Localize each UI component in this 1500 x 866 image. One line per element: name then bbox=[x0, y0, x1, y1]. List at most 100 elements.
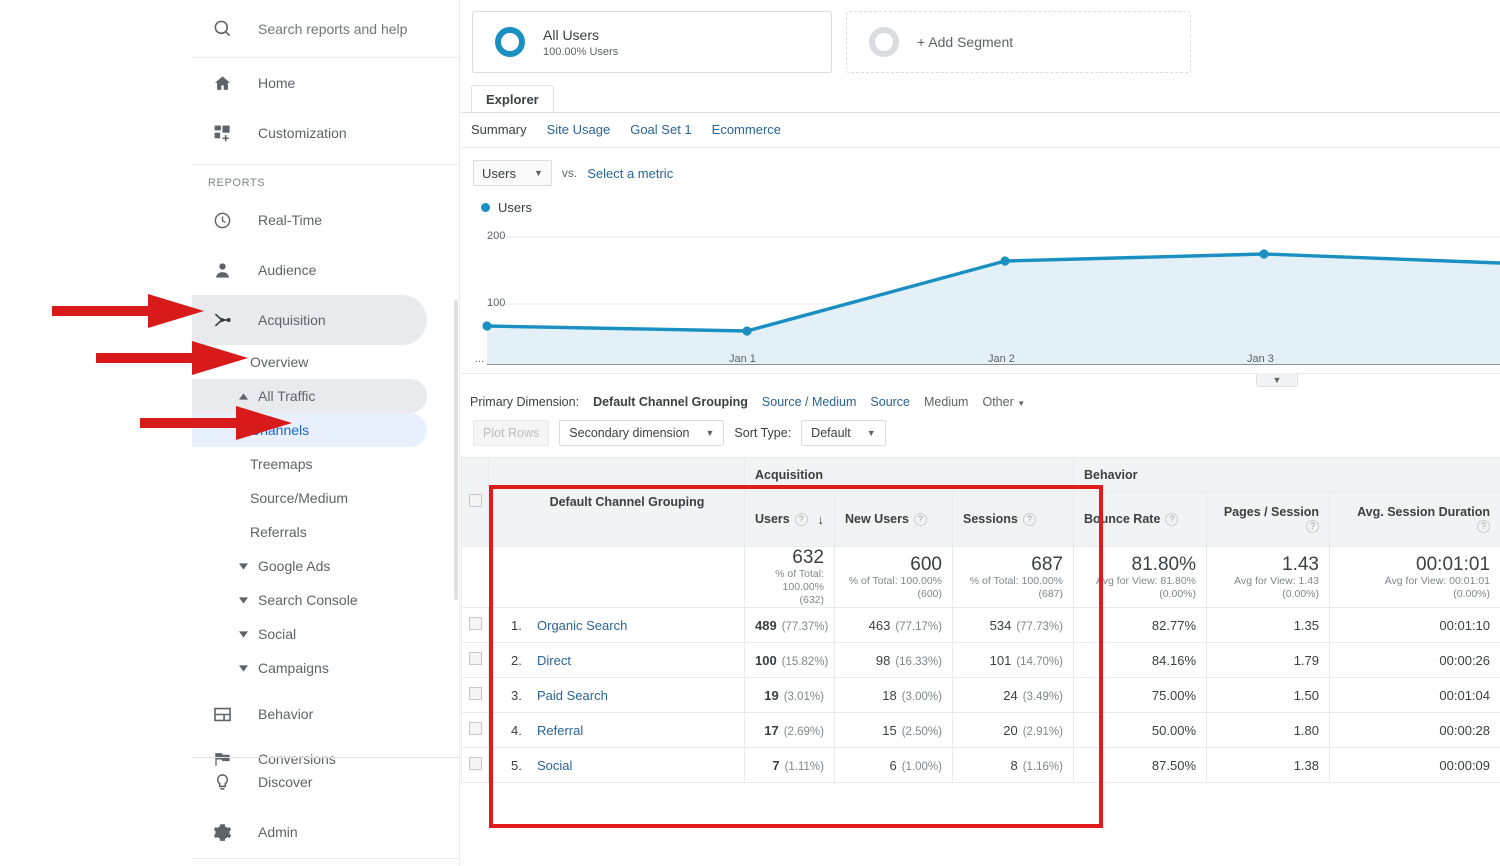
row-dimension-cell: 4. Referral bbox=[488, 712, 745, 748]
row-name-link[interactable]: Referral bbox=[537, 723, 583, 738]
y-tick-100: 100 bbox=[487, 297, 506, 309]
table-row[interactable]: 3. Paid Search 19 (3.01%) 18 (3.00%) 24 (3.4… bbox=[461, 677, 1500, 713]
row-pages-session-cell: 1.50 bbox=[1206, 677, 1330, 713]
gear-icon bbox=[208, 820, 236, 844]
sidebar-item-overview[interactable]: Overview bbox=[192, 345, 459, 379]
help-icon[interactable]: ? bbox=[1477, 520, 1491, 534]
table-row[interactable]: 2. Direct 100 (15.82%) 98 (16.33%) 101 (14.7… bbox=[461, 642, 1500, 678]
sort-type-value: Default bbox=[811, 426, 851, 440]
primary-dimension-source-medium[interactable]: Source / Medium bbox=[762, 395, 856, 409]
sidebar-item-referrals[interactable]: Referrals bbox=[192, 515, 459, 549]
sort-type-select[interactable]: Default ▼ bbox=[801, 420, 886, 446]
row-name-link[interactable]: Organic Search bbox=[537, 618, 627, 633]
totals-bounce-rate-value: 81.80% bbox=[1131, 553, 1196, 575]
secondary-dimension-select[interactable]: Secondary dimension ▼ bbox=[559, 420, 725, 446]
column-header-sessions[interactable]: Sessions? bbox=[952, 491, 1074, 547]
totals-avg-duration-value: 00:01:01 bbox=[1416, 553, 1491, 575]
row-name-link[interactable]: Paid Search bbox=[537, 688, 608, 703]
tab-summary[interactable]: Summary bbox=[471, 122, 527, 137]
row-bounce-rate-cell: 82.77% bbox=[1073, 607, 1207, 643]
sidebar-item-google-ads[interactable]: Google Ads bbox=[192, 549, 459, 583]
channels-table: Default Channel Grouping Acquisition Beh… bbox=[461, 457, 1500, 783]
legend-label-users: Users bbox=[498, 200, 532, 215]
row-new-users-value: 18 bbox=[882, 687, 897, 703]
sidebar-item-social[interactable]: Social bbox=[192, 617, 459, 651]
row-sessions-pct: (77.73%) bbox=[1016, 620, 1063, 633]
customization-icon bbox=[208, 121, 236, 145]
add-segment-donut-icon bbox=[869, 27, 899, 57]
sidebar-scrollbar[interactable] bbox=[454, 300, 458, 600]
add-segment-button[interactable]: + Add Segment bbox=[846, 11, 1191, 73]
sidebar-item-all-traffic[interactable]: All Traffic bbox=[192, 379, 427, 413]
row-checkbox-cell[interactable] bbox=[461, 677, 489, 713]
table-row[interactable]: 4. Referral 17 (2.69%) 15 (2.50%) 20 (2.91%)… bbox=[461, 712, 1500, 748]
row-checkbox[interactable] bbox=[468, 687, 482, 700]
row-checkbox-cell[interactable] bbox=[461, 642, 489, 678]
sidebar-item-audience[interactable]: Audience bbox=[192, 245, 459, 295]
sidebar-item-real-time[interactable]: Real-Time bbox=[192, 195, 459, 245]
sidebar-item-audience-label: Audience bbox=[258, 262, 317, 278]
help-icon[interactable]: ? bbox=[1165, 513, 1179, 527]
primary-metric-select[interactable]: Users ▼ bbox=[473, 160, 552, 186]
select-metric-link[interactable]: Select a metric bbox=[587, 166, 673, 181]
help-icon[interactable]: ? bbox=[1022, 513, 1036, 527]
totals-pages-session-value: 1.43 bbox=[1282, 553, 1319, 575]
search-bar[interactable]: Search reports and help bbox=[192, 0, 459, 58]
column-header-bounce-rate[interactable]: Bounce Rate? bbox=[1073, 491, 1207, 547]
chevron-down-icon bbox=[236, 630, 250, 638]
sidebar-item-treemaps[interactable]: Treemaps bbox=[192, 447, 459, 481]
row-name-link[interactable]: Social bbox=[537, 758, 572, 773]
tab-explorer[interactable]: Explorer bbox=[471, 85, 554, 113]
sidebar-item-channels[interactable]: Channels bbox=[192, 413, 427, 447]
sidebar-item-customization[interactable]: Customization bbox=[192, 108, 459, 158]
users-over-time-chart[interactable]: 200 100 ... Jan 1 Jan 2 Jan 3 ▼ bbox=[461, 223, 1500, 387]
primary-dimension-medium[interactable]: Medium bbox=[924, 395, 968, 409]
help-icon[interactable]: ? bbox=[913, 513, 927, 527]
dimension-header[interactable]: Default Channel Grouping bbox=[488, 457, 745, 547]
chart-bottom-divider bbox=[461, 373, 1500, 374]
row-users-pct: (15.82%) bbox=[781, 655, 829, 668]
sidebar-item-home[interactable]: Home bbox=[192, 58, 459, 108]
tab-site-usage[interactable]: Site Usage bbox=[547, 122, 611, 137]
row-name-link[interactable]: Direct bbox=[537, 653, 571, 668]
column-header-avg-session-duration[interactable]: Avg. Session Duration? bbox=[1328, 491, 1500, 547]
plot-rows-button[interactable]: Plot Rows bbox=[473, 420, 550, 446]
totals-users-note2: (632) bbox=[799, 594, 824, 606]
sidebar-item-search-console[interactable]: Search Console bbox=[192, 583, 459, 617]
tab-ecommerce[interactable]: Ecommerce bbox=[712, 122, 781, 137]
row-checkbox-cell[interactable] bbox=[461, 712, 489, 748]
row-bounce-rate-cell: 87.50% bbox=[1073, 747, 1207, 783]
help-icon[interactable]: ? bbox=[794, 512, 808, 526]
primary-dimension-selected[interactable]: Default Channel Grouping bbox=[593, 395, 748, 409]
select-all-checkbox-cell[interactable] bbox=[461, 457, 489, 547]
chart-expand-button[interactable]: ▼ bbox=[1256, 373, 1298, 387]
sidebar-item-admin[interactable]: Admin bbox=[192, 807, 459, 857]
row-checkbox[interactable] bbox=[468, 757, 482, 770]
table-row[interactable]: 5. Social 7 (1.11%) 6 (1.00%) 8 (1.16%) 87.5… bbox=[461, 747, 1500, 783]
primary-dimension-source[interactable]: Source bbox=[870, 395, 910, 409]
totals-users-value: 632 bbox=[792, 547, 824, 568]
row-bounce-rate-cell: 75.00% bbox=[1073, 677, 1207, 713]
column-header-new-users[interactable]: New Users? bbox=[834, 491, 953, 547]
primary-dimension-other[interactable]: Other ▼ bbox=[982, 395, 1025, 409]
row-checkbox[interactable] bbox=[468, 617, 482, 630]
sidebar-item-source-medium[interactable]: Source/Medium bbox=[192, 481, 459, 515]
sidebar-item-campaigns[interactable]: Campaigns bbox=[192, 651, 459, 685]
select-all-checkbox[interactable] bbox=[468, 494, 482, 507]
row-checkbox-cell[interactable] bbox=[461, 607, 489, 643]
column-header-pages-session[interactable]: Pages / Session? bbox=[1206, 491, 1330, 547]
totals-checkbox-cell bbox=[461, 546, 489, 608]
row-checkbox-cell[interactable] bbox=[461, 747, 489, 783]
row-checkbox[interactable] bbox=[468, 652, 482, 665]
column-header-users[interactable]: Users? ↓ bbox=[744, 491, 835, 547]
sidebar-item-social-label: Social bbox=[258, 626, 297, 642]
row-checkbox[interactable] bbox=[468, 722, 482, 735]
segment-all-users[interactable]: All Users 100.00% Users bbox=[472, 11, 832, 73]
sidebar-item-discover[interactable]: Discover bbox=[192, 757, 459, 807]
sidebar-item-acquisition[interactable]: Acquisition bbox=[192, 295, 427, 345]
tab-goal-set-1[interactable]: Goal Set 1 bbox=[630, 122, 691, 137]
table-row[interactable]: 1. Organic Search 489 (77.37%) 463 (77.17%)… bbox=[461, 607, 1500, 643]
help-icon[interactable]: ? bbox=[1306, 520, 1319, 534]
chevron-down-icon: ▼ bbox=[1017, 399, 1026, 408]
sidebar-item-behavior[interactable]: Behavior bbox=[192, 689, 459, 739]
